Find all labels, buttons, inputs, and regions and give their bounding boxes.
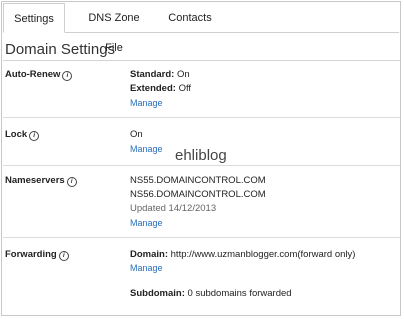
auto-renew-extended: Extended: Off xyxy=(130,83,191,94)
domain-value: http://www.uzmanblogger.com(forward only… xyxy=(170,249,356,260)
nameserver-2: NS56.DOMAINCONTROL.COM xyxy=(130,189,266,200)
section-divider xyxy=(3,117,400,118)
forwarding-manage-link[interactable]: Manage xyxy=(130,263,163,273)
subdomain-value: 0 subdomains forwarded xyxy=(187,288,292,299)
auto-renew-label-text: Auto-Renew xyxy=(5,69,61,80)
lock-value: On xyxy=(130,129,143,140)
standard-key: Standard: xyxy=(130,69,175,80)
info-icon[interactable]: i xyxy=(58,251,69,261)
nameservers-label-text: Nameservers xyxy=(5,175,65,186)
auto-renew-manage-link[interactable]: Manage xyxy=(130,98,163,108)
info-icon[interactable]: i xyxy=(66,177,77,187)
title-divider xyxy=(3,60,400,61)
tab-settings[interactable]: Settings xyxy=(3,3,65,33)
auto-renew-label: Auto-Renew i xyxy=(5,69,73,81)
forwarding-domain: Domain: http://www.uzmanblogger.com(forw… xyxy=(130,249,355,260)
tab-dns-zone-file[interactable]: DNS Zone File xyxy=(83,3,145,54)
standard-value: On xyxy=(176,69,190,80)
nameservers-manage-link[interactable]: Manage xyxy=(130,218,163,228)
extended-value: Off xyxy=(178,83,192,94)
nameservers-updated: Updated 14/12/2013 xyxy=(130,203,217,214)
section-divider xyxy=(3,237,400,238)
extended-key: Extended: xyxy=(130,83,176,94)
nameserver-1: NS55.DOMAINCONTROL.COM xyxy=(130,175,266,186)
info-icon[interactable]: i xyxy=(62,71,73,81)
domain-key: Domain: xyxy=(130,249,168,260)
forwarding-label-text: Forwarding xyxy=(5,249,57,260)
forwarding-label: Forwarding i xyxy=(5,249,69,261)
tab-contacts[interactable]: Contacts xyxy=(165,3,215,33)
lock-manage-link[interactable]: Manage xyxy=(130,144,163,154)
info-icon[interactable]: i xyxy=(29,131,40,141)
auto-renew-standard: Standard: On xyxy=(130,69,190,80)
tab-bar: Settings DNS Zone File Contacts xyxy=(3,3,399,54)
section-divider xyxy=(3,165,400,166)
watermark: ehliblog xyxy=(175,147,227,164)
page-title: Domain Settings xyxy=(5,41,116,58)
lock-label: Lock i xyxy=(5,129,40,141)
forwarding-subdomain: Subdomain: 0 subdomains forwarded xyxy=(130,288,292,299)
nameservers-label: Nameservers i xyxy=(5,175,77,187)
lock-label-text: Lock xyxy=(5,129,28,140)
subdomain-key: Subdomain: xyxy=(130,288,185,299)
